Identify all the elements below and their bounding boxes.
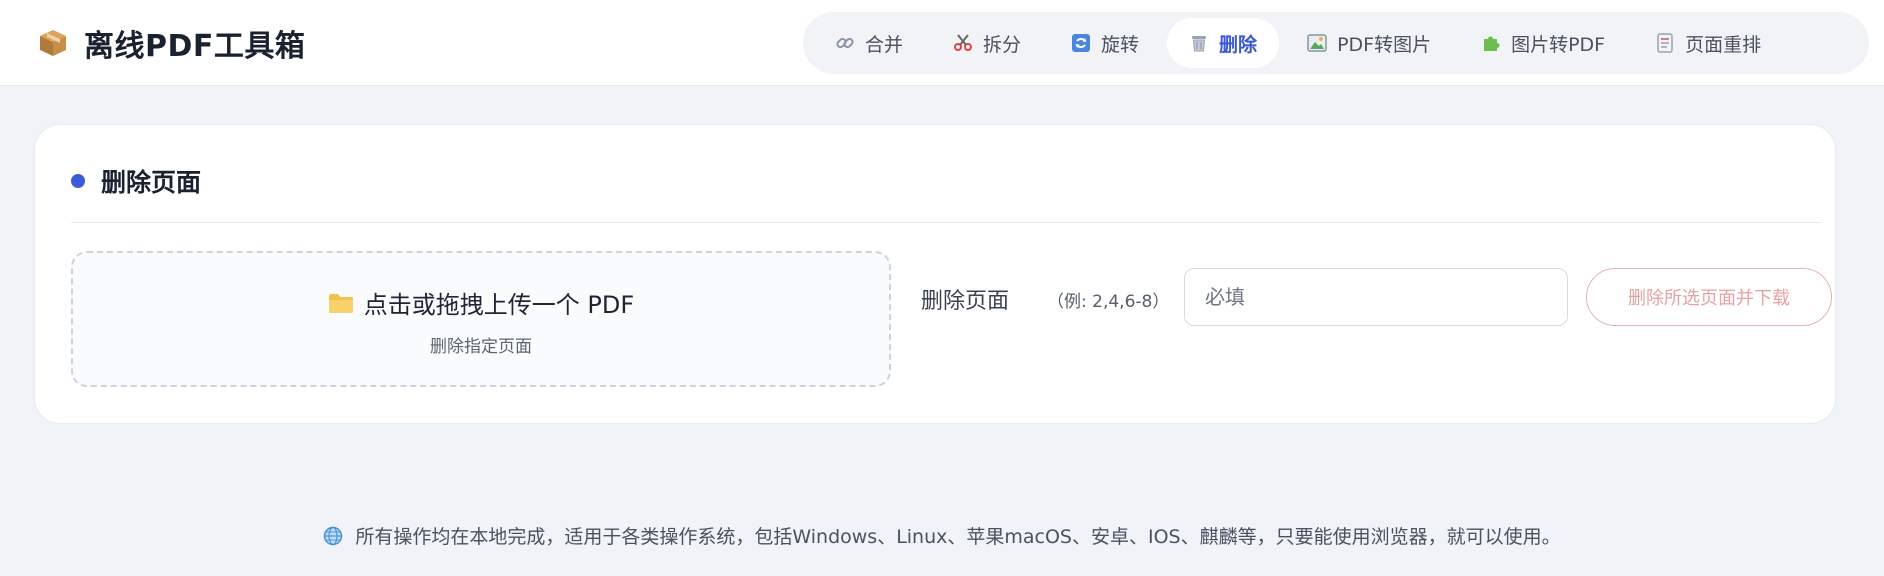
footer-text: 所有操作均在本地完成，适用于各类操作系统，包括Windows、Linux、苹果m… <box>355 526 1561 548</box>
app-title: 离线PDF工具箱 <box>84 29 306 64</box>
pages-field-hint: （例: 2,4,6-8） <box>1047 292 1170 312</box>
delete-pages-card: 删除页面 点击或拖拽上传一个 PDF 删除指定页面 删除页面 （例: 2,4,6… <box>34 124 1836 424</box>
tab-label: 删除 <box>1219 33 1258 56</box>
heading-dot-icon <box>71 174 85 188</box>
trash-icon <box>1192 36 1207 52</box>
tab-rotate[interactable]: 旋转 <box>1049 18 1161 68</box>
tab-label: 拆分 <box>983 33 1022 56</box>
picture-icon <box>1307 34 1327 52</box>
top-bar: 离线PDF工具箱 合并 拆分 旋转 删除 PDF转图片 图片转PDF 页面重排 <box>0 0 1884 86</box>
puzzle-icon <box>1484 36 1500 51</box>
scissors-icon <box>954 34 973 51</box>
divider <box>71 222 1821 223</box>
tab-label: 旋转 <box>1101 33 1140 56</box>
brand: 离线PDF工具箱 <box>38 20 305 66</box>
tab-label: 图片转PDF <box>1511 33 1606 56</box>
rotate-icon <box>1072 34 1091 52</box>
tab-image-to-pdf[interactable]: 图片转PDF <box>1459 18 1627 68</box>
tool-nav: 合并 拆分 旋转 删除 PDF转图片 图片转PDF 页面重排 <box>803 12 1869 74</box>
tab-label: 合并 <box>865 33 904 56</box>
dropzone-main: 点击或拖拽上传一个 PDF <box>73 285 889 320</box>
package-box-icon <box>40 30 66 56</box>
tab-delete[interactable]: 删除 <box>1167 18 1280 68</box>
dropzone-sub-text: 删除指定页面 <box>430 337 532 357</box>
link-icon <box>836 37 854 49</box>
pages-field-label: 删除页面 <box>921 289 1010 314</box>
delete-and-download-button[interactable]: 删除所选页面并下载 <box>1586 268 1832 326</box>
pages-input[interactable] <box>1184 268 1568 326</box>
pdf-upload-dropzone[interactable]: 点击或拖拽上传一个 PDF 删除指定页面 <box>71 251 891 387</box>
card-heading: 删除页面 <box>71 163 201 199</box>
globe-icon <box>324 526 343 545</box>
tab-label: 页面重排 <box>1685 33 1762 56</box>
tab-split[interactable]: 拆分 <box>931 18 1043 68</box>
tab-pdf-to-image[interactable]: PDF转图片 <box>1285 18 1453 68</box>
card-title-text: 删除页面 <box>101 168 202 197</box>
tab-merge[interactable]: 合并 <box>813 18 925 68</box>
folder-icon <box>328 293 353 313</box>
tab-reorder-pages[interactable]: 页面重排 <box>1633 18 1783 68</box>
footer-note: 所有操作均在本地完成，适用于各类操作系统，包括Windows、Linux、苹果m… <box>0 522 1884 549</box>
tab-label: PDF转图片 <box>1337 33 1432 56</box>
page-icon <box>1657 33 1673 53</box>
dropzone-main-text: 点击或拖拽上传一个 PDF <box>363 291 635 319</box>
